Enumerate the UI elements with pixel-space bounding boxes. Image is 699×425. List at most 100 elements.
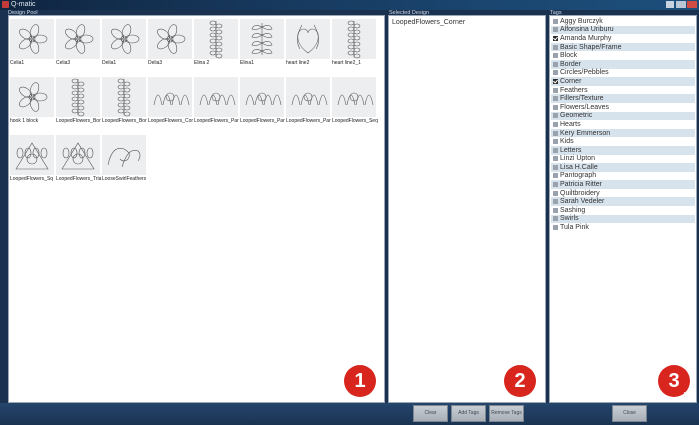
tag-row[interactable]: Feathers bbox=[551, 86, 695, 95]
looped-corner-icon bbox=[148, 77, 192, 117]
tag-row[interactable]: Fillers/Texture bbox=[551, 94, 695, 103]
tag-row[interactable]: Letters bbox=[551, 145, 695, 155]
tag-row[interactable]: Swirls bbox=[551, 214, 695, 224]
design-tile[interactable]: LoopedFlowers_Bor bbox=[102, 77, 147, 124]
window-title: Q-matic bbox=[11, 1, 36, 8]
looped-square-icon bbox=[10, 135, 54, 175]
tag-row[interactable]: Kery Emmerson bbox=[551, 128, 695, 138]
design-tile-label: LoopedFlowers_Cor bbox=[148, 118, 194, 124]
swirl-feather-icon bbox=[102, 135, 146, 175]
tag-checkbox[interactable] bbox=[553, 225, 558, 231]
tag-row[interactable]: Patricia Ritter bbox=[551, 180, 695, 189]
tag-row[interactable]: Border bbox=[551, 59, 695, 69]
tag-checkbox[interactable] bbox=[553, 27, 558, 33]
tag-checkbox[interactable] bbox=[553, 104, 558, 110]
design-pool-panel: Celia1 Celia3 Delia1 Delia3 Elina 2 Elina1 hea… bbox=[8, 15, 385, 403]
tag-checkbox[interactable] bbox=[553, 61, 558, 67]
pinwheel-block-icon bbox=[10, 77, 54, 117]
add-tags-button[interactable]: Add Tags bbox=[451, 405, 486, 422]
design-tile[interactable]: LoopedFlowers_Par bbox=[240, 77, 285, 124]
tag-row[interactable]: Lisa H.Calle bbox=[551, 163, 695, 172]
design-tile[interactable]: Elina 2 bbox=[194, 19, 238, 66]
tag-row[interactable]: Sarah Vedeler bbox=[551, 197, 695, 207]
tag-checkbox[interactable] bbox=[553, 87, 558, 93]
tag-checkbox[interactable] bbox=[553, 70, 558, 76]
tag-checkbox[interactable] bbox=[553, 182, 558, 188]
design-tile[interactable]: LoopedFlowers_Cor bbox=[148, 77, 194, 124]
design-tile[interactable]: heart line2 bbox=[286, 19, 330, 66]
tag-checkbox[interactable] bbox=[553, 207, 558, 213]
tag-checkbox[interactable] bbox=[553, 139, 558, 145]
tag-row[interactable]: Basic Shape/Frame bbox=[551, 42, 695, 52]
tag-list: Aggy Burczyk Alfonsina Uriburu Amanda Murp… bbox=[551, 17, 695, 232]
design-tile-label: LoopedFlowers_Sq bbox=[10, 176, 54, 182]
design-tile-label: Celia3 bbox=[56, 60, 71, 66]
design-tile[interactable]: LoopedFlowers_Par bbox=[286, 77, 331, 124]
tag-checkbox[interactable] bbox=[553, 190, 558, 196]
tag-checkbox[interactable] bbox=[553, 113, 558, 119]
tag-row[interactable]: Tula Pink bbox=[551, 223, 695, 232]
design-tile[interactable]: Delia3 bbox=[148, 19, 192, 66]
marker-badge-2: 2 bbox=[504, 365, 536, 397]
tag-checkbox[interactable] bbox=[553, 216, 558, 222]
tag-checkbox[interactable] bbox=[553, 78, 558, 84]
tag-checkbox[interactable] bbox=[553, 96, 558, 102]
design-tile[interactable]: heart line2_1 bbox=[332, 19, 376, 66]
tag-row[interactable]: Hearts bbox=[551, 120, 695, 129]
design-tile[interactable]: LoopedFlowers_Sq bbox=[10, 135, 54, 182]
border-vine-icon bbox=[194, 19, 238, 59]
design-tile[interactable]: Delia1 bbox=[102, 19, 146, 66]
tag-row[interactable]: Sashing bbox=[551, 206, 695, 215]
tag-row[interactable]: Quiltbroidery bbox=[551, 189, 695, 198]
celia-flower-icon bbox=[10, 19, 54, 59]
tag-checkbox[interactable] bbox=[553, 53, 558, 59]
tag-row[interactable]: Aggy Burczyk bbox=[551, 17, 695, 26]
tag-row[interactable]: Pantograph bbox=[551, 172, 695, 181]
window-controls bbox=[657, 1, 697, 8]
tag-checkbox[interactable] bbox=[553, 164, 558, 170]
tag-label: Tula Pink bbox=[560, 224, 589, 232]
design-tile-label: LoopedFlowers_Bor bbox=[56, 118, 101, 124]
looped-border-icon bbox=[56, 77, 100, 117]
tag-row[interactable]: Linzi Upton bbox=[551, 155, 695, 164]
tag-checkbox[interactable] bbox=[553, 173, 558, 179]
design-tile[interactable]: Celia1 bbox=[10, 19, 54, 66]
design-tile[interactable]: LoopedFlowers_Bor bbox=[56, 77, 101, 124]
tag-checkbox[interactable] bbox=[553, 18, 558, 24]
design-tile[interactable]: LoopedFlowers_Par bbox=[194, 77, 239, 124]
tag-row[interactable]: Kids bbox=[551, 137, 695, 146]
heart-vine-icon bbox=[332, 19, 376, 59]
close-button[interactable]: Close bbox=[612, 405, 647, 422]
tag-label: Letters bbox=[560, 146, 582, 154]
looped-panel-icon bbox=[240, 77, 284, 117]
clear-button[interactable]: Clear bbox=[413, 405, 448, 422]
tag-row[interactable]: Flowers/Leaves bbox=[551, 103, 695, 112]
maximize-icon[interactable] bbox=[676, 1, 686, 8]
tag-row[interactable]: Geometric bbox=[551, 111, 695, 121]
minimize-icon[interactable] bbox=[666, 1, 674, 8]
tag-row[interactable]: Amanda Murphy bbox=[551, 34, 695, 43]
remove-tags-button[interactable]: Remove Tags bbox=[489, 405, 524, 422]
tag-row[interactable]: Circles/Pebbles bbox=[551, 69, 695, 78]
tag-checkbox[interactable] bbox=[553, 44, 558, 50]
design-tile[interactable]: LoopedFlowers_Tria bbox=[56, 135, 101, 182]
design-tile-label: LoopedFlowers_Seq bbox=[332, 118, 378, 124]
tag-checkbox[interactable] bbox=[553, 121, 558, 127]
tag-checkbox[interactable] bbox=[553, 130, 558, 136]
tag-row[interactable]: Block bbox=[551, 51, 695, 60]
design-tile[interactable]: LooseSwirlFeathers bbox=[102, 135, 146, 182]
tag-label: Swirls bbox=[560, 215, 579, 223]
mouse-cursor-icon bbox=[684, 392, 690, 399]
tag-checkbox[interactable] bbox=[553, 35, 558, 41]
tag-checkbox[interactable] bbox=[553, 156, 558, 162]
tag-row[interactable]: Corner bbox=[551, 77, 695, 86]
tag-checkbox[interactable] bbox=[553, 147, 558, 153]
close-icon[interactable] bbox=[687, 1, 697, 8]
design-tile[interactable]: Elina1 bbox=[240, 19, 284, 66]
tag-row[interactable]: Alfonsina Uriburu bbox=[551, 25, 695, 35]
design-tile[interactable]: Celia3 bbox=[56, 19, 100, 66]
design-tile[interactable]: LoopedFlowers_Seq bbox=[332, 77, 378, 124]
selected-design-item[interactable]: LoopedFlowers_Corner bbox=[392, 19, 465, 26]
design-tile[interactable]: hook 1 block bbox=[10, 77, 54, 124]
tag-checkbox[interactable] bbox=[553, 199, 558, 205]
